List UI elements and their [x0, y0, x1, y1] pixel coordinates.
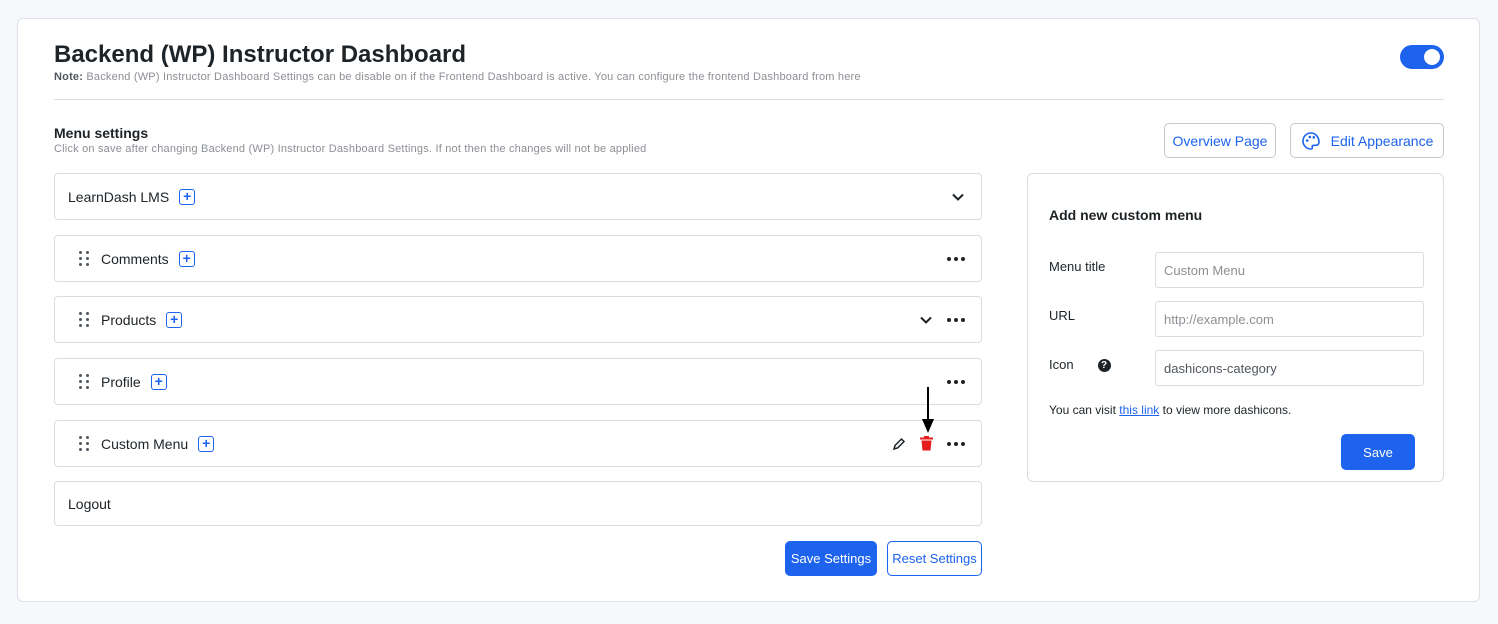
palette-icon — [1301, 131, 1320, 150]
overview-page-button[interactable]: Overview Page — [1164, 123, 1276, 158]
menu-item-label: Products — [101, 311, 157, 328]
info-suffix: to view more dashicons. — [1159, 403, 1292, 417]
add-submenu-icon[interactable]: + — [150, 373, 167, 390]
add-custom-menu-panel: Add new custom menu Menu title URL Icon?… — [1027, 173, 1444, 482]
menu-settings-title: Menu settings — [54, 125, 149, 141]
row-actions — [947, 236, 965, 281]
menu-item-products[interactable]: Products + — [54, 296, 982, 343]
pencil-icon[interactable] — [892, 437, 906, 451]
icon-input[interactable] — [1155, 350, 1424, 386]
icon-label: Icon — [1049, 357, 1074, 372]
menu-item-label: Custom Menu — [101, 435, 189, 452]
more-options-icon[interactable] — [947, 441, 965, 446]
chevron-down-icon[interactable] — [951, 190, 965, 204]
toggle-knob — [1424, 49, 1440, 65]
drag-handle-icon[interactable] — [79, 311, 89, 328]
dashboard-toggle[interactable] — [1400, 45, 1444, 69]
add-submenu-icon[interactable]: + — [178, 250, 195, 267]
panel-title: Add new custom menu — [1049, 207, 1203, 223]
edit-appearance-label: Edit Appearance — [1330, 132, 1434, 149]
url-label: URL — [1049, 308, 1076, 323]
trash-icon[interactable] — [920, 436, 933, 451]
chevron-down-icon[interactable] — [919, 313, 933, 327]
menu-item-custom-menu[interactable]: Custom Menu + — [54, 420, 982, 467]
url-input[interactable] — [1155, 301, 1424, 337]
more-options-icon[interactable] — [947, 256, 965, 261]
reset-settings-button[interactable]: Reset Settings — [887, 541, 982, 576]
menu-item-comments[interactable]: Comments + — [54, 235, 982, 282]
arrow-down-icon — [922, 387, 934, 433]
add-submenu-icon[interactable]: + — [166, 311, 183, 328]
menu-item-logout[interactable]: Logout — [54, 481, 982, 526]
divider — [54, 99, 1444, 100]
more-options-icon[interactable] — [947, 317, 965, 322]
dashicons-link[interactable]: this link — [1119, 403, 1159, 417]
menu-item-label: LearnDash LMS — [68, 188, 170, 205]
menu-title-label: Menu title — [1049, 259, 1106, 274]
drag-handle-icon[interactable] — [79, 250, 89, 267]
menu-title-input[interactable] — [1155, 252, 1424, 288]
dashicons-info: You can visit this link to view more das… — [1049, 403, 1291, 417]
row-actions — [951, 174, 965, 219]
menu-item-learndash[interactable]: LearnDash LMS + — [54, 173, 982, 220]
settings-card: Backend (WP) Instructor Dashboard Note: … — [17, 18, 1480, 602]
page-title: Backend (WP) Instructor Dashboard — [54, 41, 467, 68]
save-custom-menu-button[interactable]: Save — [1341, 434, 1415, 470]
menu-item-label: Logout — [68, 495, 111, 512]
page-note: Note: Backend (WP) Instructor Dashboard … — [54, 71, 861, 83]
help-icon[interactable]: ? — [1097, 359, 1111, 372]
more-options-icon[interactable] — [947, 379, 965, 384]
add-submenu-icon[interactable]: + — [179, 188, 196, 205]
note-text: Backend (WP) Instructor Dashboard Settin… — [86, 71, 861, 83]
menu-item-label: Profile — [101, 373, 141, 390]
edit-appearance-button[interactable]: Edit Appearance — [1290, 123, 1444, 158]
info-prefix: You can visit — [1049, 403, 1120, 417]
menu-item-profile[interactable]: Profile + — [54, 358, 982, 405]
drag-handle-icon[interactable] — [79, 373, 89, 390]
add-submenu-icon[interactable]: + — [198, 435, 215, 452]
menu-item-label: Comments — [101, 250, 169, 267]
row-actions — [919, 297, 965, 342]
drag-handle-icon[interactable] — [79, 435, 89, 452]
row-actions — [947, 359, 965, 404]
note-label: Note: — [54, 71, 84, 83]
icon-label-row: Icon? — [1049, 357, 1111, 372]
save-settings-button[interactable]: Save Settings — [785, 541, 877, 576]
menu-settings-subtitle: Click on save after changing Backend (WP… — [54, 143, 647, 155]
